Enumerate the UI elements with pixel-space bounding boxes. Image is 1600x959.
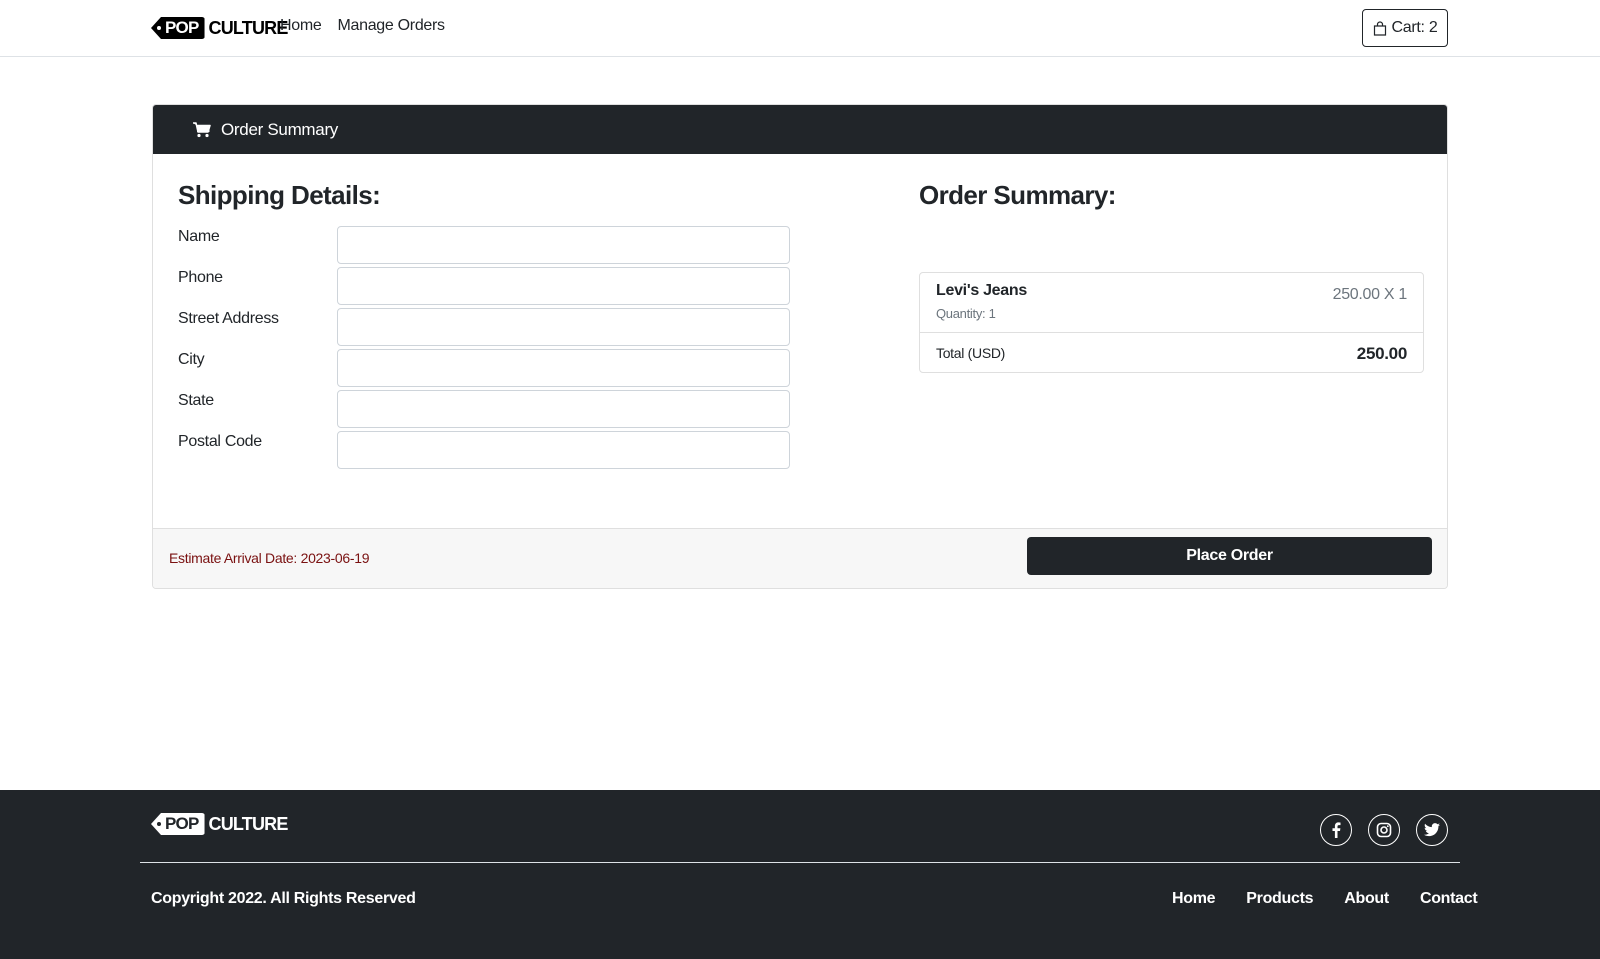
copyright-text: Copyright 2022. All Rights Reserved xyxy=(151,890,416,907)
order-card-body: Shipping Details: Name Phone Street Addr… xyxy=(153,154,1447,528)
item-price: 250.00 X 1 xyxy=(1332,286,1408,303)
cart-button[interactable]: Cart: 2 xyxy=(1362,9,1448,47)
footer-logo-word: CULTURE xyxy=(208,813,289,834)
twitter-icon xyxy=(1424,823,1440,837)
order-summary-heading: Order Summary: xyxy=(919,180,1116,210)
logo-word: CULTURE xyxy=(208,17,289,38)
total-label: Total (USD) xyxy=(936,345,1006,361)
name-input[interactable] xyxy=(337,226,790,264)
estimated-arrival-date: Estimate Arrival Date: 2023-06-19 xyxy=(169,550,370,566)
order-card-footer: Estimate Arrival Date: 2023-06-19 Place … xyxy=(153,528,1447,588)
twitter-link[interactable] xyxy=(1416,814,1448,846)
nav-links: Home Manage Orders xyxy=(280,17,445,35)
footer-divider xyxy=(140,862,1460,863)
order-card-header: Order Summary xyxy=(153,105,1447,154)
footer-link-home[interactable]: Home xyxy=(1172,890,1216,908)
footer-link-about[interactable]: About xyxy=(1344,890,1389,908)
place-order-button[interactable]: Place Order xyxy=(1027,537,1432,575)
street-address-label: Street Address xyxy=(178,310,279,327)
footer-links: Home Products About Contact xyxy=(1172,890,1478,908)
footer-link-contact[interactable]: Contact xyxy=(1420,890,1478,908)
city-label: City xyxy=(178,351,205,368)
order-summary-list: Levi's Jeans Quantity: 1 250.00 X 1 Tota… xyxy=(919,272,1424,373)
footer-logo-tag-text: POP xyxy=(165,814,199,833)
postal-code-input[interactable] xyxy=(337,431,790,469)
social-links xyxy=(1320,814,1448,846)
name-label: Name xyxy=(178,228,220,245)
cart-count-label: Cart: 2 xyxy=(1391,19,1438,36)
footer-brand-logo[interactable]: POP CULTURE xyxy=(151,810,288,838)
nav-link-manage-orders[interactable]: Manage Orders xyxy=(337,17,445,35)
order-card: Order Summary Shipping Details: Name Pho… xyxy=(152,104,1448,589)
facebook-link[interactable] xyxy=(1320,814,1352,846)
list-item: Levi's Jeans Quantity: 1 250.00 X 1 xyxy=(920,273,1423,333)
shipping-details-heading: Shipping Details: xyxy=(178,180,381,210)
street-address-input[interactable] xyxy=(337,308,790,346)
top-navbar: POP CULTURE Home Manage Orders Cart: 2 xyxy=(0,0,1600,57)
total-value: 250.00 xyxy=(1356,344,1408,363)
instagram-icon xyxy=(1376,822,1392,838)
postal-code-label: Postal Code xyxy=(178,433,262,450)
footer-link-products[interactable]: Products xyxy=(1246,890,1313,908)
shopping-cart-icon xyxy=(193,121,211,137)
phone-input[interactable] xyxy=(337,267,790,305)
shopping-bag-icon xyxy=(1373,20,1386,36)
nav-link-home[interactable]: Home xyxy=(280,17,322,35)
state-label: State xyxy=(178,392,214,409)
item-quantity: Quantity: 1 xyxy=(936,306,996,321)
brand-logo[interactable]: POP CULTURE xyxy=(151,14,288,42)
phone-label: Phone xyxy=(178,269,223,286)
logo-tag: POP xyxy=(151,17,205,39)
site-footer: POP CULTURE Copyright 2022. All Rights R… xyxy=(0,790,1600,959)
order-card-title: Order Summary xyxy=(221,119,339,139)
instagram-link[interactable] xyxy=(1368,814,1400,846)
item-name: Levi's Jeans xyxy=(936,282,1027,299)
logo-tag-text: POP xyxy=(165,18,199,37)
footer-logo-tag: POP xyxy=(151,813,205,835)
facebook-icon xyxy=(1332,822,1341,838)
state-input[interactable] xyxy=(337,390,790,428)
city-input[interactable] xyxy=(337,349,790,387)
